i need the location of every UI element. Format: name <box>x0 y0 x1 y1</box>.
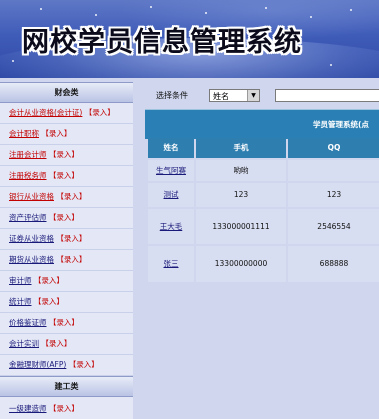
sidebar-item-link[interactable]: 证券从业资格 <box>9 234 54 243</box>
phone-cell: 哟哟 <box>196 160 286 181</box>
sidebar-item-link[interactable]: 统计师 <box>9 297 32 306</box>
star-dot <box>95 14 97 16</box>
qq-cell: 2546554 <box>288 209 379 244</box>
sidebar-item-banking: 银行从业资格 【录入】 <box>0 187 133 208</box>
sidebar-item-link[interactable]: 资产评估师 <box>9 213 47 222</box>
filter-bar: 选择条件 姓名 ▼ <box>145 86 379 106</box>
sidebar: 财会类 会计从业资格(会计证) 【录入】 会计职称 【录入】 注册会计师 【录入… <box>0 82 133 419</box>
sidebar-item-enter-link[interactable]: 【录入】 <box>41 339 71 348</box>
phone-cell: 123 <box>196 183 286 207</box>
name-cell: 测试 <box>148 183 194 207</box>
student-name-link[interactable]: 王大毛 <box>160 222 183 231</box>
header-banner: 网校学员信息管理系统 <box>0 0 379 78</box>
page-title: 网校学员信息管理系统 <box>22 27 302 58</box>
sidebar-item-link[interactable]: 注册税务师 <box>9 171 47 180</box>
student-name-link[interactable]: 生气阿赛 <box>156 166 186 175</box>
column-header-name: 姓名 <box>148 138 194 158</box>
sidebar-item-enter-link[interactable]: 【录入】 <box>49 404 79 413</box>
sidebar-item-securities: 证券从业资格 【录入】 <box>0 229 133 250</box>
table-row: 王大毛 133000001111 2546554 <box>148 209 379 246</box>
star-dot <box>40 8 42 10</box>
phone-cell: 133000001111 <box>196 209 286 244</box>
sidebar-item-link[interactable]: 会计从业资格(会计证) <box>9 108 82 117</box>
sidebar-item-link[interactable]: 会计职称 <box>9 129 39 138</box>
filter-select[interactable]: 姓名 ▼ <box>209 89 260 102</box>
student-name-link[interactable]: 张三 <box>164 259 179 268</box>
sidebar-item-cpa: 注册会计师 【录入】 <box>0 145 133 166</box>
star-dot <box>265 7 267 9</box>
filter-label: 选择条件 <box>156 91 188 100</box>
sidebar-item-enter-link[interactable]: 【录入】 <box>41 129 71 138</box>
column-header-phone: 手机 <box>196 138 286 158</box>
sidebar-item-link[interactable]: 银行从业资格 <box>9 192 54 201</box>
sidebar-item-financial-planner: 金融理财师(AFP) 【录入】 <box>0 355 133 376</box>
sidebar-item-futures: 期货从业资格 【录入】 <box>0 250 133 271</box>
star-dot <box>350 9 352 11</box>
sidebar-item-constructor: 一级建造师 【录入】 <box>0 397 133 419</box>
column-header-qq: QQ <box>288 138 379 158</box>
sidebar-item-link[interactable]: 金融理财师(AFP) <box>9 360 66 369</box>
sidebar-item-link[interactable]: 一级建造师 <box>9 404 47 413</box>
sidebar-item-enter-link[interactable]: 【录入】 <box>49 213 79 222</box>
qq-cell <box>288 160 379 181</box>
table-row: 张三 13300000000 688888 <box>148 246 379 284</box>
sidebar-item-link[interactable]: 会计实训 <box>9 339 39 348</box>
sidebar-item-enter-link[interactable]: 【录入】 <box>34 276 64 285</box>
table-row: 生气阿赛 哟哟 <box>148 160 379 183</box>
name-cell: 生气阿赛 <box>148 160 194 181</box>
sidebar-item-enter-link[interactable]: 【录入】 <box>49 150 79 159</box>
sidebar-item-enter-link[interactable]: 【录入】 <box>69 360 99 369</box>
sidebar-item-accounting-practice: 会计实训 【录入】 <box>0 334 133 355</box>
chevron-down-icon[interactable]: ▼ <box>247 90 259 101</box>
star-dot <box>150 6 152 8</box>
main-content: 选择条件 姓名 ▼ 学员管理系统(点 姓名 手机 QQ 生气阿赛 哟哟 测试 1… <box>145 82 379 419</box>
sidebar-item-accounting-qualification: 会计从业资格(会计证) 【录入】 <box>0 103 133 124</box>
phone-cell: 13300000000 <box>196 246 286 282</box>
star-dot <box>330 64 332 66</box>
qq-cell: 123 <box>288 183 379 207</box>
name-cell: 张三 <box>148 246 194 282</box>
table-header-row: 姓名 手机 QQ <box>148 138 379 160</box>
student-table: 姓名 手机 QQ 生气阿赛 哟哟 测试 123 123 王大毛 13300000… <box>148 138 379 284</box>
sidebar-item-enter-link[interactable]: 【录入】 <box>85 108 115 117</box>
table-caption-bar: 学员管理系统(点 <box>145 109 379 139</box>
sidebar-item-enter-link[interactable]: 【录入】 <box>49 171 79 180</box>
sidebar-item-link[interactable]: 期货从业资格 <box>9 255 54 264</box>
sidebar-item-enter-link[interactable]: 【录入】 <box>56 255 86 264</box>
star-dot <box>12 60 14 62</box>
sidebar-item-asset-appraiser: 资产评估师 【录入】 <box>0 208 133 229</box>
star-dot <box>310 16 312 18</box>
sidebar-item-accounting-title: 会计职称 【录入】 <box>0 124 133 145</box>
sidebar-section-heading: 财会类 <box>0 82 133 103</box>
sidebar-section-heading: 建工类 <box>0 376 133 397</box>
search-input[interactable] <box>275 89 379 102</box>
filter-select-value: 姓名 <box>213 92 229 101</box>
table-caption: 学员管理系统(点 <box>313 120 369 129</box>
star-dot <box>205 12 207 14</box>
sidebar-item-enter-link[interactable]: 【录入】 <box>56 192 86 201</box>
sidebar-item-link[interactable]: 价格鉴证师 <box>9 318 47 327</box>
sidebar-item-statistician: 统计师 【录入】 <box>0 292 133 313</box>
sidebar-item-enter-link[interactable]: 【录入】 <box>49 318 79 327</box>
sidebar-item-tax-agent: 注册税务师 【录入】 <box>0 166 133 187</box>
name-cell: 王大毛 <box>148 209 194 244</box>
sidebar-item-price-appraiser: 价格鉴证师 【录入】 <box>0 313 133 334</box>
sidebar-item-enter-link[interactable]: 【录入】 <box>34 297 64 306</box>
sidebar-item-enter-link[interactable]: 【录入】 <box>56 234 86 243</box>
student-name-link[interactable]: 测试 <box>164 190 179 199</box>
sidebar-item-link[interactable]: 注册会计师 <box>9 150 47 159</box>
sidebar-item-link[interactable]: 审计师 <box>9 276 32 285</box>
table-row: 测试 123 123 <box>148 183 379 209</box>
sidebar-item-auditor: 审计师 【录入】 <box>0 271 133 292</box>
qq-cell: 688888 <box>288 246 379 282</box>
